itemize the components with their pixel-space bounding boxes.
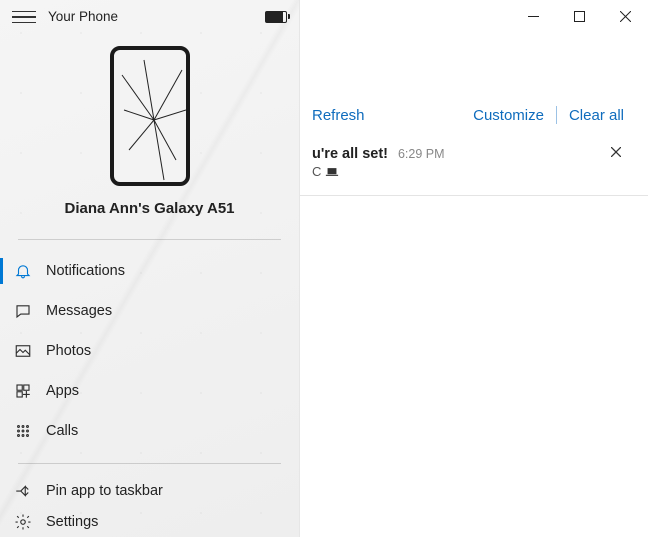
refresh-link[interactable]: Refresh <box>312 107 365 124</box>
customize-link[interactable]: Customize <box>473 107 544 124</box>
chat-icon <box>14 302 32 320</box>
sidebar-item-calls[interactable]: Calls <box>0 411 299 451</box>
divider <box>18 463 281 464</box>
notifications-action-row: Refresh Customize Clear all <box>300 106 648 140</box>
gear-icon <box>14 513 32 531</box>
device-preview: Diana Ann's Galaxy A51 <box>0 34 299 227</box>
app-title: Your Phone <box>48 9 118 24</box>
dismiss-notification-button[interactable] <box>606 142 626 162</box>
sidebar-item-apps[interactable]: Apps <box>0 371 299 411</box>
window-title-bar <box>300 0 648 36</box>
device-name: Diana Ann's Galaxy A51 <box>64 200 234 217</box>
sidebar: Your Phone Diana Ann's Galaxy A51 <box>0 0 300 537</box>
dialpad-icon <box>14 422 32 440</box>
battery-icon <box>265 11 287 23</box>
sidebar-item-messages[interactable]: Messages <box>0 291 299 331</box>
sidebar-item-photos[interactable]: Photos <box>0 331 299 371</box>
divider <box>300 195 648 196</box>
footer-item-label: Settings <box>46 514 98 530</box>
apps-icon <box>14 382 32 400</box>
sidebar-item-label: Photos <box>46 343 91 359</box>
sidebar-item-notifications[interactable]: Notifications <box>0 251 299 291</box>
laptop-icon <box>325 167 339 177</box>
sidebar-item-settings[interactable]: Settings <box>0 507 299 537</box>
divider <box>556 106 557 124</box>
nav-list: Notifications Messages Photos Apps <box>0 251 299 451</box>
divider <box>18 239 281 240</box>
sidebar-item-label: Notifications <box>46 263 125 279</box>
sidebar-item-label: Messages <box>46 303 112 319</box>
close-button[interactable] <box>602 0 648 32</box>
sidebar-item-label: Calls <box>46 423 78 439</box>
minimize-button[interactable] <box>510 0 556 32</box>
pin-icon <box>14 482 32 500</box>
main-content: Refresh Customize Clear all u're all set… <box>300 0 648 537</box>
phone-frame-icon[interactable] <box>110 46 190 186</box>
maximize-button[interactable] <box>556 0 602 32</box>
notification-item[interactable]: u're all set! 6:29 PM C <box>300 140 648 195</box>
clear-all-link[interactable]: Clear all <box>569 107 624 124</box>
photo-icon <box>14 342 32 360</box>
bell-icon <box>14 262 32 280</box>
pin-to-taskbar[interactable]: Pin app to taskbar <box>0 476 299 506</box>
sidebar-item-label: Apps <box>46 383 79 399</box>
notification-time: 6:29 PM <box>398 147 445 161</box>
footer-item-label: Pin app to taskbar <box>46 483 163 499</box>
sidebar-top-bar: Your Phone <box>0 0 299 34</box>
menu-icon[interactable] <box>12 5 36 29</box>
notification-subtitle: C <box>312 164 445 179</box>
notification-title: u're all set! <box>312 146 388 162</box>
